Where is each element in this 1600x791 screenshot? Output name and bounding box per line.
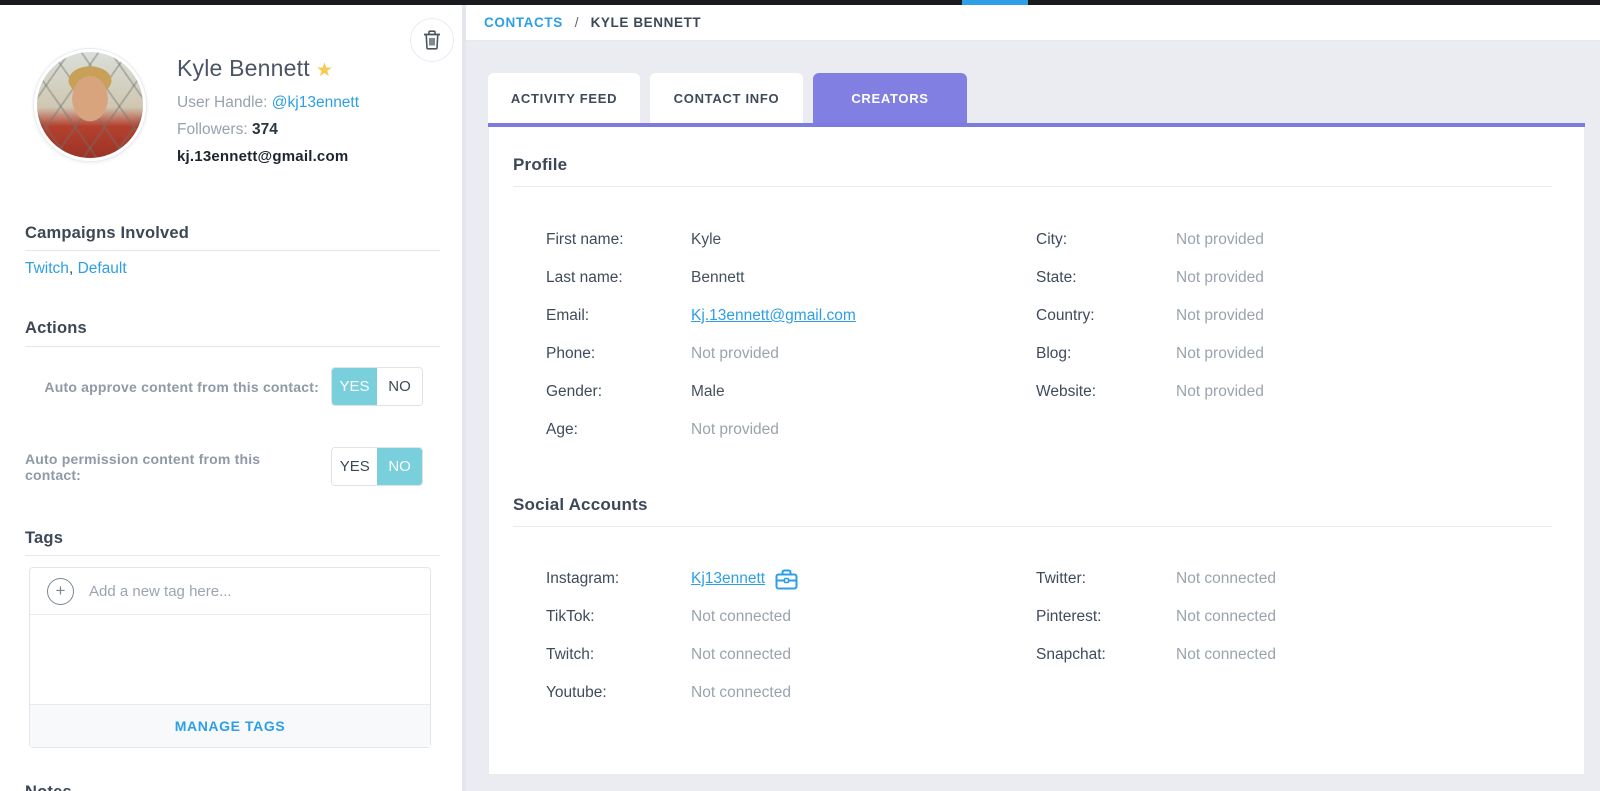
followers-count: 374: [252, 121, 278, 138]
user-handle-row: User Handle: @kj13ennett: [177, 94, 359, 112]
auto-permission-toggle: YES NO: [331, 447, 423, 486]
add-tag-icon[interactable]: +: [47, 578, 74, 605]
website-value: Not provided: [1176, 383, 1264, 401]
campaign-link-default[interactable]: Default: [78, 260, 127, 277]
state-value: Not provided: [1176, 269, 1264, 287]
divider: [25, 250, 440, 251]
auto-approve-label: Auto approve content from this contact:: [44, 379, 319, 395]
auto-approve-toggle: YES NO: [331, 367, 423, 406]
field-row-twitter: Twitter: Not connected: [1036, 560, 1276, 598]
breadcrumb-separator: /: [575, 15, 579, 30]
notes-heading: Notes: [25, 783, 72, 791]
avatar: [34, 49, 146, 161]
social-section-heading: Social Accounts: [513, 495, 1552, 515]
last-name-value: Bennett: [691, 269, 744, 287]
breadcrumb-contacts-link[interactable]: CONTACTS: [484, 15, 563, 30]
auto-permission-yes[interactable]: YES: [332, 448, 377, 485]
field-row-city: City: Not provided: [1036, 221, 1264, 259]
field-row-snapchat: Snapchat: Not connected: [1036, 636, 1276, 674]
tab-creators[interactable]: CREATORS: [813, 73, 967, 123]
gender-value: Male: [691, 383, 725, 401]
instagram-link[interactable]: Kj13ennett: [691, 570, 765, 588]
manage-tags-button[interactable]: MANAGE TAGS: [30, 704, 430, 747]
city-value: Not provided: [1176, 231, 1264, 249]
field-row-youtube: Youtube: Not connected: [546, 674, 1036, 712]
campaign-links: Twitch, Default: [25, 260, 127, 278]
field-row-gender: Gender: Male: [546, 373, 1036, 411]
star-icon: ★: [316, 60, 333, 81]
contact-name: Kyle Bennett★: [177, 55, 333, 82]
delete-contact-button[interactable]: [410, 18, 454, 62]
field-row-state: State: Not provided: [1036, 259, 1264, 297]
phone-value: Not provided: [691, 345, 779, 363]
field-row-phone: Phone: Not provided: [546, 335, 1036, 373]
breadcrumb-current: KYLE BENNETT: [591, 15, 702, 30]
twitch-value: Not connected: [691, 646, 791, 664]
tags-heading: Tags: [25, 529, 63, 548]
actions-heading: Actions: [25, 319, 87, 338]
tag-input-row: +: [30, 568, 430, 615]
contact-sidebar: Kyle Bennett★ User Handle: @kj13ennett F…: [0, 5, 462, 791]
blog-value: Not provided: [1176, 345, 1264, 363]
divider: [25, 555, 440, 556]
profile-rows: First name: Kyle Last name: Bennett Emai…: [546, 221, 1552, 449]
field-row-first-name: First name: Kyle: [546, 221, 1036, 259]
tiktok-value: Not connected: [691, 608, 791, 626]
tab-activity-feed[interactable]: ACTIVITY FEED: [488, 73, 640, 123]
field-row-website: Website: Not provided: [1036, 373, 1264, 411]
tab-contact-info[interactable]: CONTACT INFO: [650, 73, 803, 123]
section-divider: [513, 186, 1552, 187]
youtube-value: Not connected: [691, 684, 791, 702]
creators-panel: Profile First name: Kyle Last name: Benn…: [488, 127, 1585, 775]
field-row-age: Age: Not provided: [546, 411, 1036, 449]
auto-permission-label: Auto permission content from this contac…: [25, 451, 319, 483]
first-name-value: Kyle: [691, 231, 721, 249]
auto-approve-yes[interactable]: YES: [332, 368, 377, 405]
auto-approve-row: Auto approve content from this contact: …: [25, 367, 423, 406]
pinterest-value: Not connected: [1176, 608, 1276, 626]
field-row-country: Country: Not provided: [1036, 297, 1264, 335]
campaign-link-twitch[interactable]: Twitch: [25, 260, 69, 277]
field-row-blog: Blog: Not provided: [1036, 335, 1264, 373]
campaigns-heading: Campaigns Involved: [25, 224, 189, 243]
field-row-twitch: Twitch: Not connected: [546, 636, 1036, 674]
breadcrumb: CONTACTS / KYLE BENNETT: [466, 5, 1600, 41]
tags-card: + MANAGE TAGS: [29, 567, 431, 748]
section-divider: [513, 526, 1552, 527]
auto-approve-no[interactable]: NO: [377, 368, 422, 405]
auto-permission-row: Auto permission content from this contac…: [25, 447, 423, 486]
field-row-last-name: Last name: Bennett: [546, 259, 1036, 297]
progress-indicator: [962, 0, 1028, 5]
field-row-instagram: Instagram: Kj13ennett: [546, 560, 1036, 598]
divider: [25, 346, 440, 347]
field-row-email: Email: Kj.13ennett@gmail.com: [546, 297, 1036, 335]
top-progress-bar: [0, 0, 1600, 5]
sidebar-divider: [462, 5, 466, 791]
profile-section-heading: Profile: [513, 155, 1552, 175]
followers-row: Followers: 374: [177, 121, 278, 139]
briefcase-icon[interactable]: [775, 569, 798, 590]
age-value: Not provided: [691, 421, 779, 439]
user-handle-link[interactable]: @kj13ennett: [272, 94, 359, 111]
field-row-pinterest: Pinterest: Not connected: [1036, 598, 1276, 636]
twitter-value: Not connected: [1176, 570, 1276, 588]
snapchat-value: Not connected: [1176, 646, 1276, 664]
auto-permission-no[interactable]: NO: [377, 448, 422, 485]
contact-email: kj.13ennett@gmail.com: [177, 148, 348, 165]
field-row-tiktok: TikTok: Not connected: [546, 598, 1036, 636]
trash-icon: [423, 30, 441, 50]
country-value: Not provided: [1176, 307, 1264, 325]
tag-input[interactable]: [89, 583, 389, 600]
email-link[interactable]: Kj.13ennett@gmail.com: [691, 307, 856, 325]
tab-bar: ACTIVITY FEED CONTACT INFO CREATORS: [488, 73, 967, 123]
social-rows: Instagram: Kj13ennett TikTok: Not connec…: [546, 560, 1552, 712]
